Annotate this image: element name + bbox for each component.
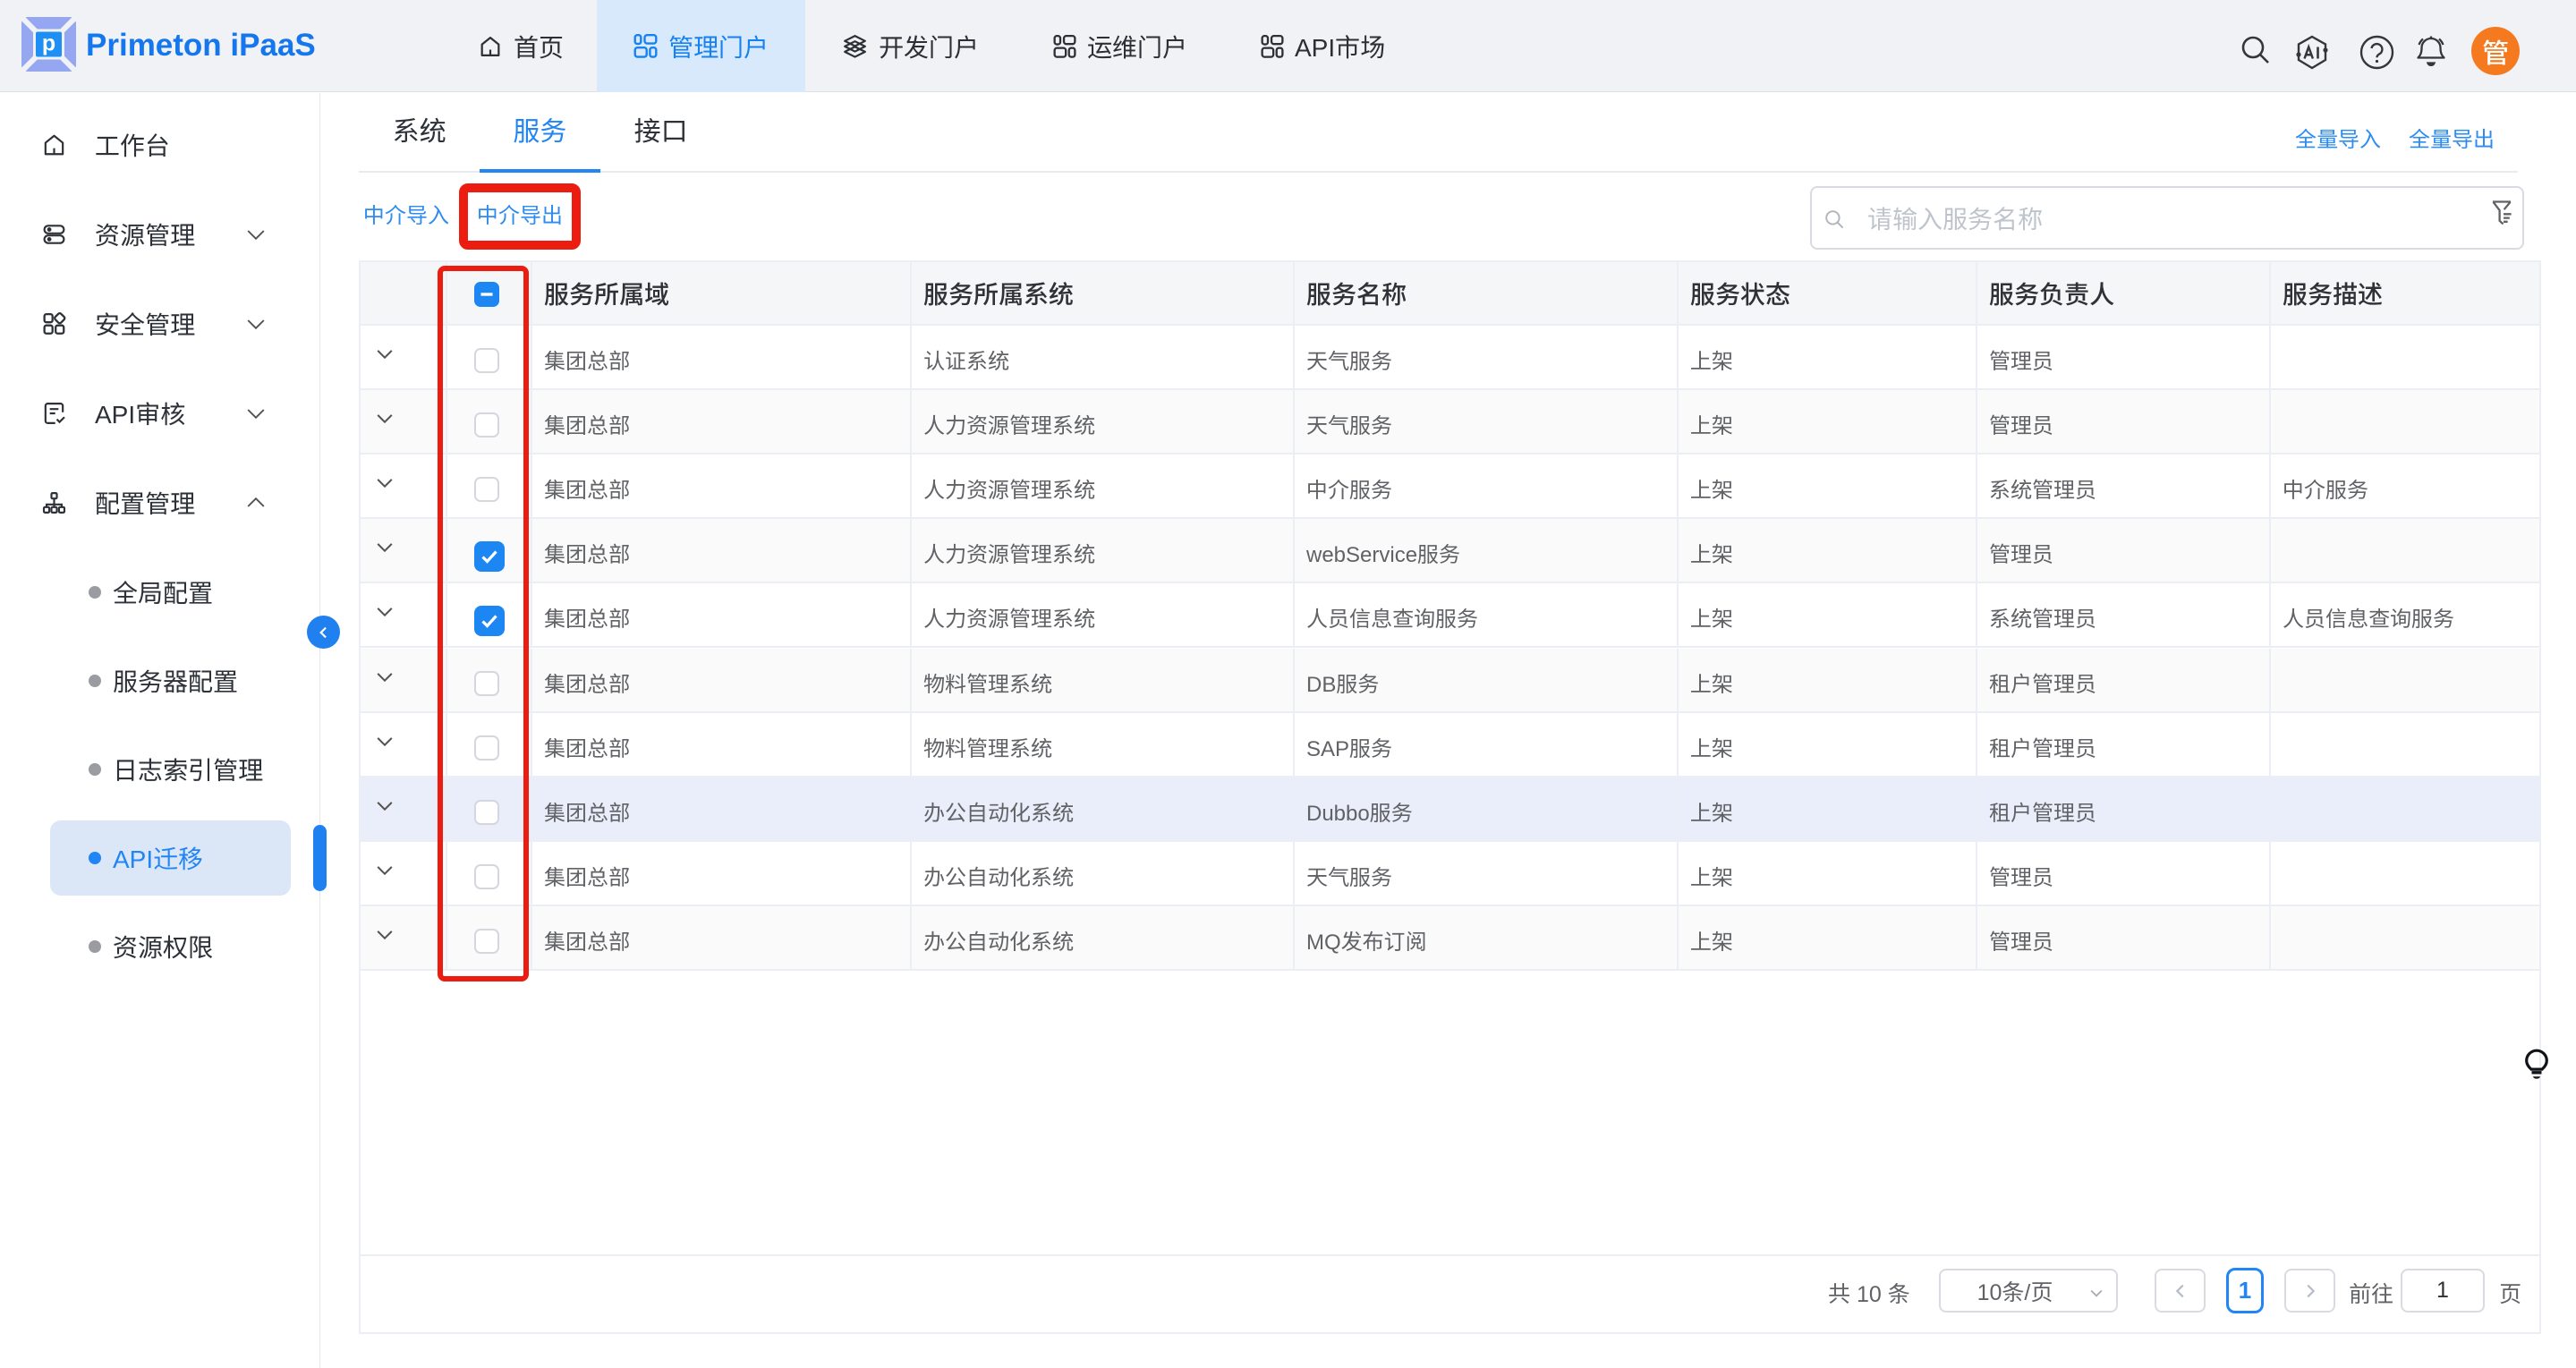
svg-text:p: p — [42, 31, 55, 56]
